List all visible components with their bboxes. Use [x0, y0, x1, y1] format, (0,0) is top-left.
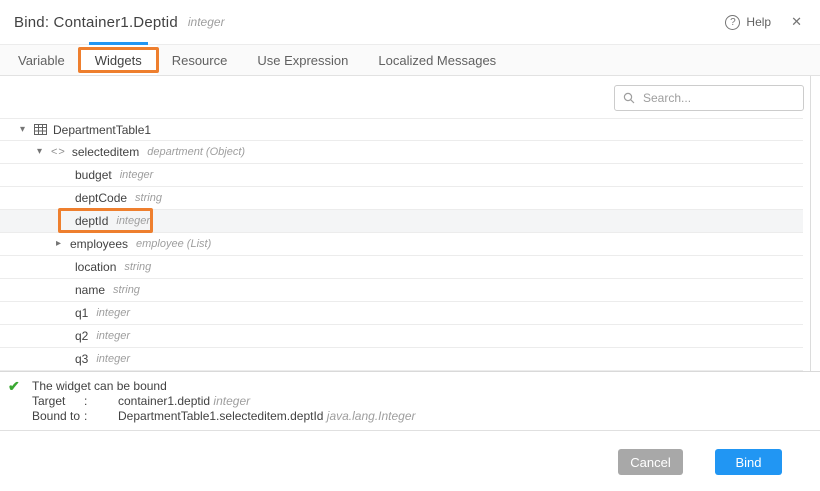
bind-status-panel: ✔ The widget can be bound Target : conta… — [0, 371, 820, 430]
status-boundto-row: Bound to : DepartmentTable1.selecteditem… — [32, 409, 820, 424]
bind-dialog: Bind: Container1.Deptid integer ? Help ✕… — [0, 0, 820, 491]
dialog-title: Bind: Container1.Deptid — [14, 14, 178, 31]
dialog-footer: Cancel Bind — [0, 430, 820, 491]
tree-node-type: integer — [120, 169, 154, 181]
tree-node-name: DepartmentTable1 — [53, 123, 151, 137]
tree-row-location[interactable]: location string — [0, 256, 803, 279]
help-button[interactable]: ? Help — [725, 15, 771, 30]
tree-row-deptid[interactable]: deptId integer — [0, 210, 803, 233]
tree-node-name: location — [75, 260, 116, 274]
tree-node-name: deptCode — [75, 191, 127, 205]
tab-use-expression[interactable]: Use Expression — [242, 45, 363, 75]
tree-node-name: name — [75, 283, 105, 297]
target-type: integer — [213, 394, 250, 408]
tab-bar: Variable Widgets Resource Use Expression… — [0, 44, 820, 76]
target-label: Target — [32, 394, 84, 409]
tree-node-type: department (Object) — [147, 146, 245, 158]
tab-widgets[interactable]: Widgets — [80, 45, 157, 75]
help-label: Help — [746, 15, 771, 29]
tree-row-selecteditem[interactable]: ▾ <> selecteditem department (Object) — [0, 141, 803, 164]
boundto-label: Bound to — [32, 409, 84, 424]
tab-variable[interactable]: Variable — [3, 45, 80, 75]
help-icon: ? — [725, 15, 740, 30]
footer-buttons: Cancel Bind — [618, 449, 782, 475]
boundto-type: java.lang.Integer — [327, 409, 416, 423]
tree-row-q1[interactable]: q1 integer — [0, 302, 803, 325]
object-brackets-icon: <> — [51, 146, 66, 158]
search-input[interactable] — [641, 90, 795, 106]
tree-row-budget[interactable]: budget integer — [0, 164, 803, 187]
tree-node-type: string — [113, 284, 140, 296]
tree-node-name: employees — [70, 237, 128, 251]
tree-row-employees[interactable]: ▸ employees employee (List) — [0, 233, 803, 256]
tree-node-type: integer — [96, 307, 130, 319]
tab-widgets-label: Widgets — [95, 53, 142, 68]
tree-node-name: q3 — [75, 352, 88, 366]
tree-node-type: integer — [96, 330, 130, 342]
tab-use-expression-label: Use Expression — [257, 53, 348, 68]
caret-down-icon[interactable]: ▾ — [20, 125, 34, 135]
tab-localized-messages[interactable]: Localized Messages — [363, 45, 511, 75]
close-icon[interactable]: ✕ — [787, 12, 806, 32]
search-box[interactable] — [614, 85, 804, 111]
tree-row-name[interactable]: name string — [0, 279, 803, 302]
tree-node-name: q2 — [75, 329, 88, 343]
boundto-colon: : — [84, 409, 118, 424]
tree-node-name: budget — [75, 168, 112, 182]
target-colon: : — [84, 394, 118, 409]
tree-node-type: employee (List) — [136, 238, 211, 250]
status-target-row: Target : container1.deptid integer — [32, 394, 820, 409]
tab-resource-label: Resource — [172, 53, 228, 68]
scroll-track-divider — [810, 76, 811, 371]
active-tab-indicator — [89, 42, 148, 45]
tree-row-deptcode[interactable]: deptCode string — [0, 187, 803, 210]
tree-node-type: integer — [96, 353, 130, 365]
caret-down-icon[interactable]: ▾ — [37, 147, 51, 157]
tree-node-type: string — [124, 261, 151, 273]
tree-row-q3[interactable]: q3 integer — [0, 348, 803, 371]
caret-right-icon[interactable]: ▸ — [56, 239, 70, 249]
bind-button[interactable]: Bind — [715, 449, 782, 475]
status-message: The widget can be bound — [32, 379, 820, 394]
target-value: container1.deptid integer — [118, 394, 820, 409]
dialog-title-type: integer — [188, 15, 225, 29]
table-icon — [34, 124, 47, 135]
tree-row-departmenttable1[interactable]: ▾ DepartmentTable1 — [0, 118, 803, 141]
tree-node-name: q1 — [75, 306, 88, 320]
dialog-header: Bind: Container1.Deptid integer ? Help ✕ — [0, 0, 820, 44]
boundto-value: DepartmentTable1.selecteditem.deptId jav… — [118, 409, 820, 424]
tab-localized-messages-label: Localized Messages — [378, 53, 496, 68]
search-icon — [623, 92, 635, 104]
tree-node-name: deptId — [75, 214, 108, 228]
check-icon: ✔ — [8, 378, 20, 395]
tree-node-name: selecteditem — [72, 145, 139, 159]
tree-node-type: integer — [116, 215, 150, 227]
cancel-button[interactable]: Cancel — [618, 449, 683, 475]
tab-variable-label: Variable — [18, 53, 65, 68]
tab-resource[interactable]: Resource — [157, 45, 243, 75]
tree-row-q2[interactable]: q2 integer — [0, 325, 803, 348]
bind-tree: ▾ DepartmentTable1 ▾ — [0, 118, 803, 371]
content-area: ▾ DepartmentTable1 ▾ — [0, 76, 820, 371]
tree-node-type: string — [135, 192, 162, 204]
